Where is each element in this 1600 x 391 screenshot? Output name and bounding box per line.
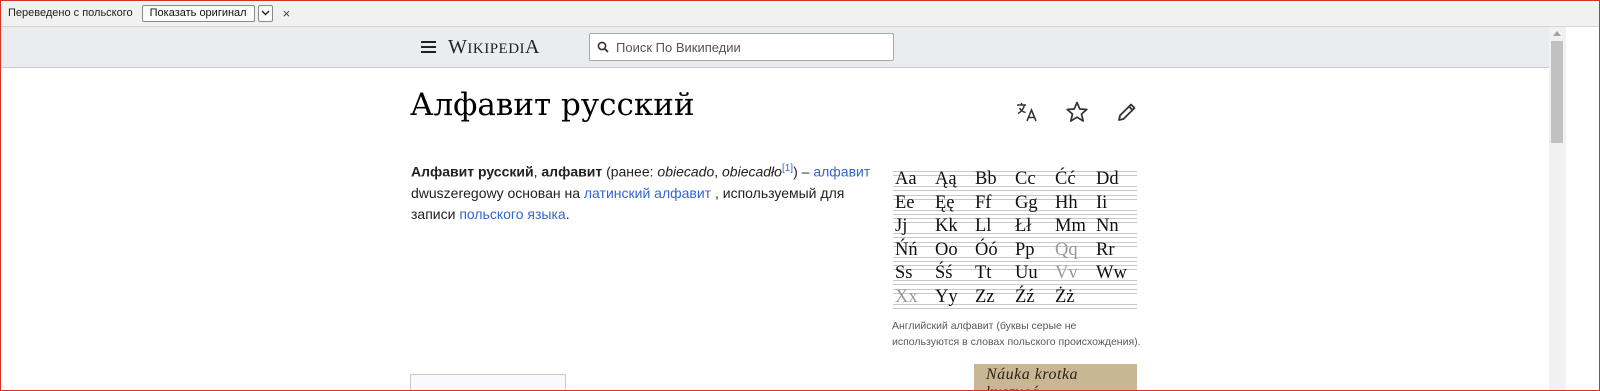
old-book-image[interactable]: Náuka krotka kuszycá- [974, 364, 1137, 391]
alphabet-letter: Ll [975, 216, 992, 236]
alphabet-letter: Łł [1015, 216, 1032, 236]
alphabet-letter: Gg [1015, 192, 1038, 213]
translate-status-label: Переведено с польского [8, 7, 133, 19]
alphabet-letter: Ąą [935, 169, 957, 189]
alphabet-caption: Английский алфавит (буквы серые не испол… [892, 320, 1141, 348]
pencil-icon[interactable] [1115, 100, 1139, 124]
alphabet-letter: Ff [975, 192, 992, 213]
alphabet-letter: Tt [975, 263, 992, 283]
scrollbar-thumb[interactable] [1551, 41, 1563, 143]
wiki-header: WIKIPEDIA [0, 27, 1566, 68]
alphabet-guide-line [893, 237, 1137, 238]
scroll-up-icon[interactable] [1553, 31, 1561, 36]
citation-link[interactable]: [1] [782, 163, 793, 174]
alphabet-letter: Ii [1096, 192, 1108, 213]
alphabet-letter: Ęę [935, 192, 955, 213]
alphabet-image[interactable]: Aa Ąą Bb Cc Ćć Dd Ee Ęę Ff Gg Hh Ii Jj Kk Ll Łł Mm Nn Ńń Oo… [893, 168, 1137, 312]
alphabet-letter: Zz [975, 286, 995, 307]
alphabet-letter: Ss [895, 263, 913, 283]
alphabet-letter: Kk [935, 216, 958, 236]
alphabet-guide-line [893, 213, 1137, 215]
page-title: Алфавит русский [410, 87, 695, 123]
alphabet-letter: Vv [1055, 263, 1078, 283]
alphabet-guide-line [893, 260, 1137, 262]
alphabet-letter: Śś [935, 263, 953, 283]
alphabet-letter: Bb [975, 169, 997, 189]
alphabet-letter: Cc [1015, 169, 1036, 189]
search-input[interactable] [616, 39, 886, 55]
menu-icon[interactable] [421, 41, 436, 53]
alphabet-guide-line [893, 307, 1137, 309]
alphabet-letter: Rr [1096, 239, 1115, 260]
alphabet-letter: Ww [1096, 263, 1127, 283]
alphabet-letter: Ee [895, 192, 915, 213]
alphabet-letter: Jj [895, 216, 908, 236]
alphabet-letter: Źź [1015, 286, 1035, 307]
alphabet-letter: Aa [895, 169, 917, 189]
star-icon[interactable] [1065, 100, 1089, 124]
alphabet-letter: Ćć [1055, 169, 1076, 189]
alphabet-guide-line [893, 284, 1137, 285]
search-box[interactable] [589, 33, 894, 61]
alphabet-letter: Żż [1055, 286, 1075, 307]
translate-icon[interactable] [1015, 100, 1039, 124]
alphabet-letter: Yy [935, 286, 958, 307]
alphabet-letter: Mm [1055, 216, 1086, 236]
wikipedia-logo[interactable]: WIKIPEDIA [448, 36, 540, 59]
alphabet-letter: Oo [935, 239, 958, 260]
alphabet-letter: Dd [1096, 169, 1119, 189]
alphabet-letter: Óó [975, 239, 998, 260]
alphabet-letter: Uu [1015, 263, 1038, 283]
link-alphabet[interactable]: алфавит [813, 164, 870, 180]
search-icon [597, 41, 609, 53]
translate-options-dropdown[interactable] [257, 4, 273, 22]
contents-box [410, 374, 566, 391]
alphabet-letter: Nn [1096, 216, 1119, 236]
link-latin-alphabet[interactable]: латинский алфавит [584, 185, 715, 201]
translate-bar: Переведено с польского Показать оригинал… [0, 0, 1600, 27]
alphabet-letter: Hh [1055, 192, 1078, 213]
alphabet-guide-line [893, 190, 1137, 191]
link-polish-language[interactable]: польского языка [459, 206, 565, 222]
alphabet-letter: Qq [1055, 239, 1078, 260]
alphabet-letter: Ńń [895, 239, 918, 260]
close-translate-bar-button[interactable]: × [283, 6, 291, 21]
alphabet-letter: Pp [1015, 239, 1035, 260]
scrollbar[interactable] [1549, 27, 1566, 391]
old-book-image-text: Náuka krotka kuszycá- [986, 366, 1079, 391]
intro-paragraph: Алфавит русский, алфавит (ранее: obiecad… [411, 163, 871, 222]
chevron-down-icon [261, 10, 270, 16]
alphabet-letter: Xx [895, 286, 918, 307]
show-original-button[interactable]: Показать оригинал [141, 4, 255, 22]
